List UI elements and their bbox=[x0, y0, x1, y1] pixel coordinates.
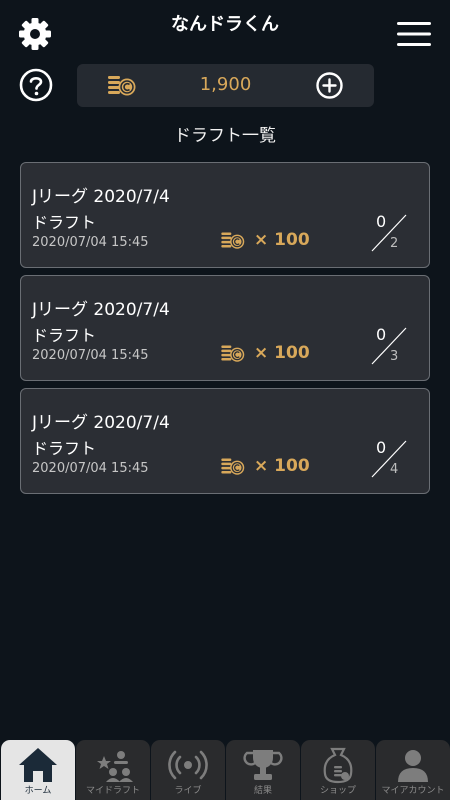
live-icon bbox=[168, 750, 208, 780]
nav-label: ホーム bbox=[24, 786, 52, 796]
coin-icon bbox=[221, 232, 245, 249]
section-title: ドラフト一覧 bbox=[174, 126, 276, 146]
my-draft-icon bbox=[97, 751, 133, 782]
draft-datetime: 2020/07/04 15:45 bbox=[32, 235, 149, 250]
draft-subtitle: ドラフト bbox=[32, 213, 97, 232]
bottom-nav: ホーム マイドラフト ライブ 結果 ショップ マイアカウント bbox=[0, 740, 450, 800]
nav-label: マイドラフト bbox=[85, 786, 140, 796]
gear-icon[interactable] bbox=[17, 16, 53, 52]
draft-list: Jリーグ 2020/7/4 ドラフト 2020/07/04 15:45 × 10… bbox=[20, 162, 430, 501]
nav-tab-results[interactable]: 結果 bbox=[226, 740, 300, 800]
draft-title: Jリーグ 2020/7/4 bbox=[32, 187, 170, 207]
entry-limit: 3 bbox=[390, 349, 399, 364]
nav-label: ライブ bbox=[174, 786, 202, 796]
draft-datetime: 2020/07/04 15:45 bbox=[32, 348, 149, 363]
help-icon[interactable] bbox=[19, 68, 53, 102]
shop-icon bbox=[323, 747, 353, 784]
nav-label: 結果 bbox=[253, 786, 272, 796]
nav-tab-live[interactable]: ライブ bbox=[151, 740, 225, 800]
nav-tab-shop[interactable]: ショップ bbox=[301, 740, 375, 800]
home-icon bbox=[19, 748, 57, 782]
count-divider bbox=[371, 214, 407, 252]
draft-card[interactable]: Jリーグ 2020/7/4 ドラフト 2020/07/04 15:45 × 10… bbox=[20, 388, 430, 494]
draft-title: Jリーグ 2020/7/4 bbox=[32, 413, 170, 433]
draft-entry-cost: × 100 bbox=[254, 343, 310, 363]
menu-icon[interactable] bbox=[396, 20, 432, 48]
coin-balance-bar: 1,900 bbox=[77, 64, 374, 107]
draft-title: Jリーグ 2020/7/4 bbox=[32, 300, 170, 320]
nav-tab-my-draft[interactable]: マイドラフト bbox=[76, 740, 150, 800]
coin-icon bbox=[221, 458, 245, 475]
nav-label: マイアカウント bbox=[381, 786, 445, 796]
draft-subtitle: ドラフト bbox=[32, 439, 97, 458]
draft-datetime: 2020/07/04 15:45 bbox=[32, 461, 149, 476]
entry-limit: 2 bbox=[390, 236, 399, 251]
trophy-icon bbox=[243, 750, 283, 780]
coin-icon bbox=[221, 345, 245, 362]
draft-entry-cost: × 100 bbox=[254, 230, 310, 250]
nav-tab-my-account[interactable]: マイアカウント bbox=[376, 740, 450, 800]
add-coin-icon[interactable] bbox=[316, 72, 343, 99]
entry-limit: 4 bbox=[390, 462, 399, 477]
nav-tab-home[interactable]: ホーム bbox=[1, 740, 75, 800]
app-title: なんドラくん bbox=[171, 14, 279, 35]
home-screen: なんドラくん 1,900 ドラフト一覧 Jリーグ 2020/7/4 ドラフト 2… bbox=[0, 0, 450, 800]
draft-card[interactable]: Jリーグ 2020/7/4 ドラフト 2020/07/04 15:45 × 10… bbox=[20, 162, 430, 268]
count-divider bbox=[371, 440, 407, 478]
draft-subtitle: ドラフト bbox=[32, 326, 97, 345]
draft-card[interactable]: Jリーグ 2020/7/4 ドラフト 2020/07/04 15:45 × 10… bbox=[20, 275, 430, 381]
account-icon bbox=[398, 750, 428, 782]
count-divider bbox=[371, 327, 407, 365]
nav-label: ショップ bbox=[319, 786, 356, 796]
draft-entry-cost: × 100 bbox=[254, 456, 310, 476]
